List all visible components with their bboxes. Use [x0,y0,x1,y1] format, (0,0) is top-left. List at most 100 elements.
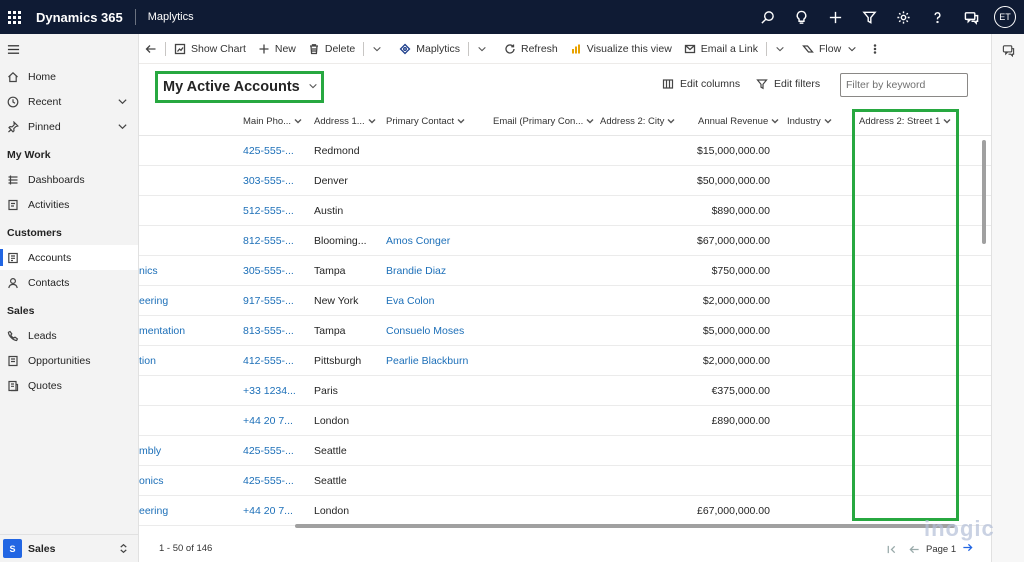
column-header-primary-contact[interactable]: Primary Contact [386,106,465,136]
app-name[interactable]: Maplytics [148,11,194,23]
gear-icon[interactable] [886,0,920,34]
next-page-button[interactable] [956,542,979,556]
cell-main-phone[interactable]: 412-555-... [243,346,294,376]
cell-main-phone[interactable]: 917-555-... [243,286,294,316]
avatar[interactable]: ET [994,6,1016,28]
table-row[interactable]: mbly 425-555-... Seattle [139,436,991,466]
sidebar-item-opportunities[interactable]: Opportunities [0,348,138,373]
cell-main-phone[interactable]: 305-555-... [243,256,294,286]
sidebar-item-accounts[interactable]: Accounts [0,245,138,270]
edit-filters-button[interactable]: Edit filters [756,78,820,90]
cell-main-phone[interactable]: 425-555-... [243,136,294,166]
cell-main-phone[interactable]: 303-555-... [243,166,294,196]
cell-account-name[interactable]: eering [139,496,168,526]
column-header-industry[interactable]: Industry [787,106,832,136]
previous-page-icon[interactable] [909,544,920,555]
table-row[interactable]: nics 305-555-... Tampa Brandie Diaz $750,000… [139,256,991,286]
table-row[interactable]: tion 412-555-... Pittsburgh Pearlie Blackbu… [139,346,991,376]
more-commands-button[interactable] [863,34,887,64]
cell-main-phone[interactable]: +44 20 7... [243,406,293,436]
sidebar-item-quotes[interactable]: Quotes [0,373,138,398]
email-dropdown[interactable] [769,34,796,64]
sidebar-item-recent[interactable]: Recent [0,89,138,114]
sidebar-item-pinned[interactable]: Pinned [0,114,138,139]
cell-main-phone[interactable]: +44 20 7... [243,496,293,526]
table-row[interactable]: eering 917-555-... New York Eva Colon $2,000… [139,286,991,316]
show-chart-button[interactable]: Show Chart [168,34,252,64]
table-row[interactable]: +44 20 7... London £890,000.00 [139,406,991,436]
column-header-email[interactable]: Email (Primary Con... [493,106,594,136]
delete-button[interactable]: Delete [302,34,361,64]
app-launcher-icon[interactable] [0,0,28,34]
column-header-address2-city[interactable]: Address 2: City [600,106,675,136]
cell-account-name[interactable]: mentation [139,316,185,346]
cell-account-name[interactable]: tion [139,346,156,376]
cell-primary-contact[interactable]: Consuelo Moses [386,316,464,346]
column-header-main-phone[interactable]: Main Pho... [243,106,302,136]
cell-main-phone[interactable]: 512-555-... [243,196,294,226]
sidebar-item-activities[interactable]: Activities [0,192,138,217]
table-row[interactable]: eering +44 20 7... London £67,000,000.00 [139,496,991,526]
maplytics-dropdown[interactable] [471,34,498,64]
cell-main-phone[interactable]: +33 1234... [243,376,296,406]
chevron-down-icon [824,119,832,124]
table-row[interactable]: 812-555-... Blooming... Amos Conger $67,000… [139,226,991,256]
flow-button[interactable]: Flow [796,34,863,64]
cell-account-name[interactable]: eering [139,286,168,316]
first-page-icon[interactable] [886,544,897,555]
sidebar-item-home[interactable]: Home [0,64,138,89]
area-switcher[interactable]: S Sales [0,534,139,562]
hamburger-menu-icon[interactable] [0,34,138,64]
new-button[interactable]: New [252,34,302,64]
cell-primary-contact[interactable]: Pearlie Blackburn [386,346,468,376]
edit-columns-button[interactable]: Edit columns [662,78,740,90]
dashboard-icon [7,174,19,186]
table-row[interactable]: +33 1234... Paris €375,000.00 [139,376,991,406]
table-row[interactable]: onics 425-555-... Seattle [139,466,991,496]
maplytics-button[interactable]: Maplytics [393,34,466,64]
chat-icon[interactable] [954,0,988,34]
chevron-down-icon[interactable] [117,96,128,110]
view-selector[interactable]: My Active Accounts [155,71,324,103]
cell-main-phone[interactable]: 812-555-... [243,226,294,256]
pager: Page 1 [880,540,979,558]
filter-icon[interactable] [852,0,886,34]
table-row[interactable]: mentation 813-555-... Tampa Consuelo Moses $… [139,316,991,346]
cell-main-phone[interactable]: 813-555-... [243,316,294,346]
table-row[interactable]: 425-555-... Redmond $15,000,000.00 [139,136,991,166]
cell-main-phone[interactable]: 425-555-... [243,436,294,466]
cell-primary-contact[interactable]: Brandie Diaz [386,256,446,286]
horizontal-scrollbar[interactable] [295,524,955,528]
table-row[interactable]: 303-555-... Denver $50,000,000.00 [139,166,991,196]
copilot-chat-icon[interactable] [992,34,1024,66]
column-header-address2-street1[interactable]: Address 2: Street 1 [859,106,951,136]
refresh-button[interactable]: Refresh [498,34,564,64]
sidebar-item-contacts[interactable]: Contacts [0,270,138,295]
cell-primary-contact[interactable]: Eva Colon [386,286,434,316]
cell-account-name[interactable]: onics [139,466,164,496]
chevron-down-icon[interactable] [117,121,128,135]
plus-icon[interactable] [818,0,852,34]
column-header-annual-revenue[interactable]: Annual Revenue [698,106,779,136]
brand-title[interactable]: Dynamics 365 [36,10,123,25]
lightbulb-icon[interactable] [784,0,818,34]
cell-address1-city: Tampa [314,325,346,337]
visualize-view-button[interactable]: Visualize this view [564,34,678,64]
email-link-button[interactable]: Email a Link [678,34,764,64]
flow-icon [802,44,814,53]
table-row[interactable]: 512-555-... Austin $890,000.00 [139,196,991,226]
vertical-scrollbar[interactable] [982,140,986,244]
cell-primary-contact[interactable]: Amos Conger [386,226,450,256]
help-icon[interactable] [920,0,954,34]
sidebar-item-leads[interactable]: Leads [0,323,138,348]
sidebar-item-dashboards[interactable]: Dashboards [0,167,138,192]
back-button[interactable] [139,34,163,64]
cell-account-name[interactable]: nics [139,256,158,286]
column-header-address1[interactable]: Address 1... [314,106,376,136]
delete-more-dropdown[interactable] [366,34,393,64]
search-icon[interactable] [750,0,784,34]
cell-account-name[interactable]: mbly [139,436,161,466]
cell-annual-revenue: $890,000.00 [711,205,770,217]
filter-keyword-input[interactable] [840,73,968,97]
cell-main-phone[interactable]: 425-555-... [243,466,294,496]
